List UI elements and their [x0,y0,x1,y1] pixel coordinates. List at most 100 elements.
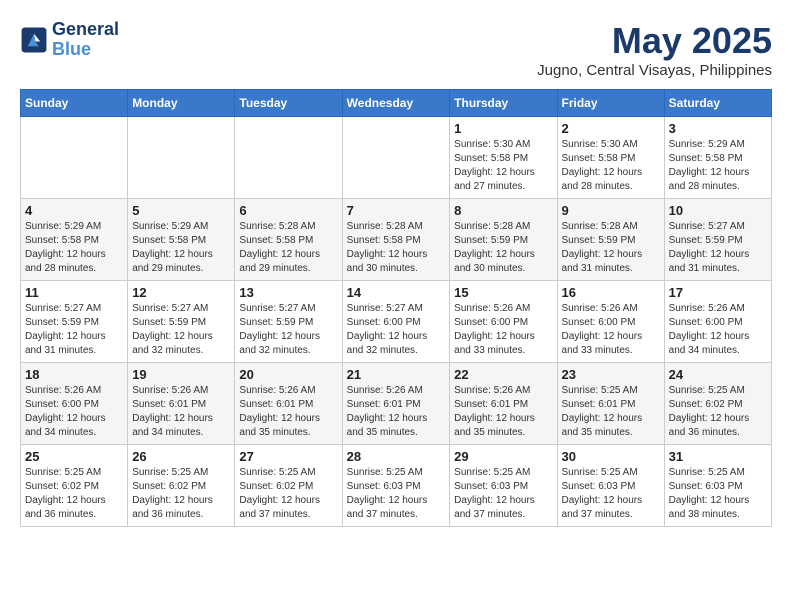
day-cell: 4 Sunrise: 5:29 AM Sunset: 5:58 PM Daylig… [21,199,128,281]
week-row-4: 18 Sunrise: 5:26 AM Sunset: 6:00 PM Dayli… [21,363,772,445]
day-info: Sunrise: 5:29 AM Sunset: 5:58 PM Dayligh… [132,220,230,276]
day-number: 27 [239,449,337,464]
day-cell [235,117,342,199]
day-number: 20 [239,367,337,382]
day-cell: 24 Sunrise: 5:25 AM Sunset: 6:02 PM Dayli… [664,363,771,445]
day-number: 16 [562,285,660,300]
logo-text: General Blue [52,20,119,60]
day-number: 4 [25,203,123,218]
day-number: 6 [239,203,337,218]
day-info: Sunrise: 5:25 AM Sunset: 6:03 PM Dayligh… [454,466,552,522]
day-cell: 20 Sunrise: 5:26 AM Sunset: 6:01 PM Dayli… [235,363,342,445]
day-cell: 6 Sunrise: 5:28 AM Sunset: 5:58 PM Daylig… [235,199,342,281]
day-info: Sunrise: 5:30 AM Sunset: 5:58 PM Dayligh… [454,138,552,194]
day-number: 22 [454,367,552,382]
day-number: 1 [454,121,552,136]
day-cell: 25 Sunrise: 5:25 AM Sunset: 6:02 PM Dayli… [21,445,128,527]
day-number: 10 [669,203,767,218]
day-number: 28 [347,449,446,464]
title-area: May 2025 Jugno, Central Visayas, Philipp… [537,20,772,79]
day-cell: 12 Sunrise: 5:27 AM Sunset: 5:59 PM Dayli… [128,281,235,363]
day-info: Sunrise: 5:26 AM Sunset: 6:00 PM Dayligh… [669,302,767,358]
weekday-header-wednesday: Wednesday [342,90,450,117]
day-cell: 2 Sunrise: 5:30 AM Sunset: 5:58 PM Daylig… [557,117,664,199]
day-cell [21,117,128,199]
day-number: 24 [669,367,767,382]
day-info: Sunrise: 5:30 AM Sunset: 5:58 PM Dayligh… [562,138,660,194]
day-cell: 29 Sunrise: 5:25 AM Sunset: 6:03 PM Dayli… [450,445,557,527]
day-number: 18 [25,367,123,382]
day-info: Sunrise: 5:25 AM Sunset: 6:02 PM Dayligh… [132,466,230,522]
day-info: Sunrise: 5:28 AM Sunset: 5:58 PM Dayligh… [239,220,337,276]
day-cell: 14Sunrise: 5:27 AM Sunset: 6:00 PM Dayli… [342,281,450,363]
day-number: 7 [347,203,446,218]
day-info: Sunrise: 5:26 AM Sunset: 6:00 PM Dayligh… [562,302,660,358]
day-number: 11 [25,285,123,300]
day-number: 5 [132,203,230,218]
day-info: Sunrise: 5:26 AM Sunset: 6:01 PM Dayligh… [239,384,337,440]
day-cell: 26 Sunrise: 5:25 AM Sunset: 6:02 PM Dayli… [128,445,235,527]
day-cell: 8Sunrise: 5:28 AM Sunset: 5:59 PM Daylig… [450,199,557,281]
day-cell [342,117,450,199]
weekday-header-sunday: Sunday [21,90,128,117]
day-cell: 18 Sunrise: 5:26 AM Sunset: 6:00 PM Dayli… [21,363,128,445]
weekday-header-tuesday: Tuesday [235,90,342,117]
day-number: 14 [347,285,446,300]
day-number: 29 [454,449,552,464]
day-number: 15 [454,285,552,300]
day-number: 13 [239,285,337,300]
day-cell: 15 Sunrise: 5:26 AM Sunset: 6:00 PM Dayli… [450,281,557,363]
week-row-1: 1 Sunrise: 5:30 AM Sunset: 5:58 PM Daylig… [21,117,772,199]
week-row-3: 11 Sunrise: 5:27 AM Sunset: 5:59 PM Dayli… [21,281,772,363]
subtitle: Jugno, Central Visayas, Philippines [537,62,772,79]
day-cell: 5 Sunrise: 5:29 AM Sunset: 5:58 PM Daylig… [128,199,235,281]
day-number: 12 [132,285,230,300]
day-info: Sunrise: 5:28 AM Sunset: 5:59 PM Dayligh… [562,220,660,276]
day-info: Sunrise: 5:26 AM Sunset: 6:00 PM Dayligh… [25,384,123,440]
day-number: 25 [25,449,123,464]
day-info: Sunrise: 5:25 AM Sunset: 6:01 PM Dayligh… [562,384,660,440]
day-cell: 9 Sunrise: 5:28 AM Sunset: 5:59 PM Daylig… [557,199,664,281]
day-cell: 19 Sunrise: 5:26 AM Sunset: 6:01 PM Dayli… [128,363,235,445]
day-info: Sunrise: 5:25 AM Sunset: 6:03 PM Dayligh… [562,466,660,522]
day-number: 9 [562,203,660,218]
day-info: Sunrise: 5:25 AM Sunset: 6:02 PM Dayligh… [239,466,337,522]
day-info: Sunrise: 5:25 AM Sunset: 6:02 PM Dayligh… [669,384,767,440]
day-info: Sunrise: 5:25 AM Sunset: 6:03 PM Dayligh… [347,466,446,522]
day-number: 21 [347,367,446,382]
day-cell: 30Sunrise: 5:25 AM Sunset: 6:03 PM Dayli… [557,445,664,527]
day-info: Sunrise: 5:27 AM Sunset: 5:59 PM Dayligh… [239,302,337,358]
day-cell: 13 Sunrise: 5:27 AM Sunset: 5:59 PM Dayli… [235,281,342,363]
page-header: General Blue May 2025 Jugno, Central Vis… [20,20,772,79]
day-cell: 22Sunrise: 5:26 AM Sunset: 6:01 PM Dayli… [450,363,557,445]
day-number: 8 [454,203,552,218]
day-info: Sunrise: 5:27 AM Sunset: 5:59 PM Dayligh… [132,302,230,358]
day-info: Sunrise: 5:26 AM Sunset: 6:01 PM Dayligh… [347,384,446,440]
day-cell: 16 Sunrise: 5:26 AM Sunset: 6:00 PM Dayli… [557,281,664,363]
day-info: Sunrise: 5:27 AM Sunset: 5:59 PM Dayligh… [25,302,123,358]
day-info: Sunrise: 5:26 AM Sunset: 6:01 PM Dayligh… [132,384,230,440]
day-number: 23 [562,367,660,382]
day-cell: 28 Sunrise: 5:25 AM Sunset: 6:03 PM Dayli… [342,445,450,527]
day-info: Sunrise: 5:29 AM Sunset: 5:58 PM Dayligh… [25,220,123,276]
day-cell: 23 Sunrise: 5:25 AM Sunset: 6:01 PM Dayli… [557,363,664,445]
day-cell: 3Sunrise: 5:29 AM Sunset: 5:58 PM Daylig… [664,117,771,199]
day-number: 19 [132,367,230,382]
day-cell: 31Sunrise: 5:25 AM Sunset: 6:03 PM Dayli… [664,445,771,527]
day-info: Sunrise: 5:27 AM Sunset: 5:59 PM Dayligh… [669,220,767,276]
day-cell: 1 Sunrise: 5:30 AM Sunset: 5:58 PM Daylig… [450,117,557,199]
day-info: Sunrise: 5:25 AM Sunset: 6:02 PM Dayligh… [25,466,123,522]
day-cell [128,117,235,199]
weekday-header-saturday: Saturday [664,90,771,117]
day-number: 26 [132,449,230,464]
day-info: Sunrise: 5:26 AM Sunset: 6:00 PM Dayligh… [454,302,552,358]
weekday-header-row: SundayMondayTuesdayWednesdayThursdayFrid… [21,90,772,117]
day-info: Sunrise: 5:28 AM Sunset: 5:58 PM Dayligh… [347,220,446,276]
week-row-5: 25 Sunrise: 5:25 AM Sunset: 6:02 PM Dayli… [21,445,772,527]
day-number: 2 [562,121,660,136]
day-cell: 21 Sunrise: 5:26 AM Sunset: 6:01 PM Dayli… [342,363,450,445]
day-cell: 17Sunrise: 5:26 AM Sunset: 6:00 PM Dayli… [664,281,771,363]
day-cell: 11 Sunrise: 5:27 AM Sunset: 5:59 PM Dayli… [21,281,128,363]
logo: General Blue [20,20,119,60]
logo-icon [20,26,48,54]
